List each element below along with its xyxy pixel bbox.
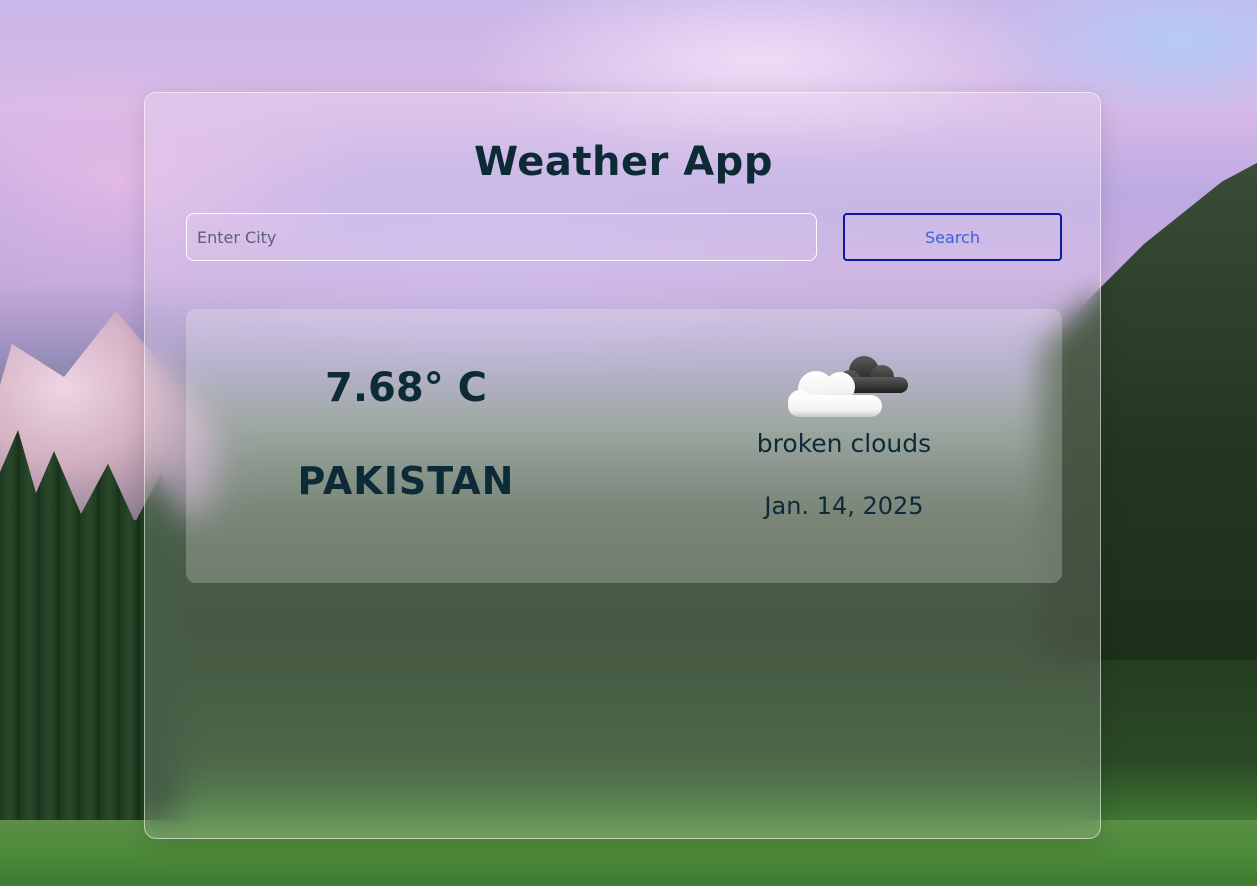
weather-result-panel: 7.68° C PAKISTAN broken clouds Jan. 14, … bbox=[186, 309, 1062, 583]
search-button[interactable]: Search bbox=[843, 213, 1062, 261]
app-title: Weather App bbox=[474, 139, 773, 185]
weather-card: Weather App Search 7.68° C PAKISTAN bbox=[144, 92, 1101, 839]
location-name: PAKISTAN bbox=[297, 459, 515, 503]
broken-clouds-icon bbox=[782, 347, 912, 427]
weather-date: Jan. 14, 2025 bbox=[764, 492, 924, 520]
city-search-input[interactable] bbox=[186, 213, 817, 261]
temperature-value: 7.68° C bbox=[325, 365, 487, 411]
weather-description: broken clouds bbox=[756, 429, 932, 458]
